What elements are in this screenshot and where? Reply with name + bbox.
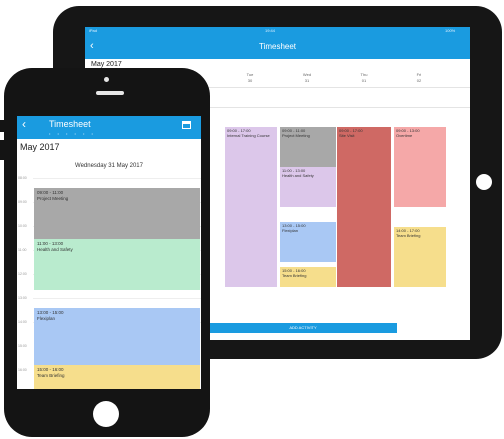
day-header-wed[interactable]: Wed 31 [282, 72, 332, 84]
event-overtime[interactable]: 09:00 - 13:00 Overtime [394, 127, 446, 207]
event-title: Flexiplan [37, 316, 56, 321]
status-carrier: iPad [89, 28, 98, 33]
status-time: 19:44 [265, 28, 276, 33]
event-title: Health and Safety [282, 173, 314, 178]
calendar-icon[interactable] [182, 121, 191, 129]
grid-line [33, 298, 201, 299]
add-activity-bar[interactable]: ADD ACTIVITY [209, 323, 397, 333]
event-title: Site Visit [339, 133, 355, 138]
time-label: 10:00 [18, 224, 27, 228]
event-title: Overtime [396, 133, 413, 138]
day-number: 30 [247, 78, 253, 83]
phone-home-button[interactable] [93, 401, 119, 427]
event-title: Internal Training Course [227, 133, 270, 138]
time-label: 15:00 [18, 344, 27, 348]
tablet-month: May 2017 [91, 61, 122, 68]
phone-screen: ‹ Timesheet • • • • • • May 2017 Wednesd… [17, 116, 201, 389]
phone-month: May 2017 [20, 142, 60, 152]
time-label: 13:00 [18, 296, 27, 300]
tablet-status-bar: iPad 19:44 100% [85, 27, 470, 35]
event-team-briefing-fri[interactable]: 14:00 - 17:00 Team Briefing [394, 227, 446, 287]
time-label: 09:00 [18, 200, 27, 204]
event-internal-training[interactable]: 09:00 - 17:00 Internal Training Course [225, 127, 277, 287]
event-site-visit[interactable]: 09:00 - 17:00 Site Visit [337, 127, 391, 287]
phone-camera [104, 77, 109, 82]
chevron-left-icon[interactable]: ‹ [22, 117, 26, 131]
day-number: 31 [304, 78, 310, 83]
event-title: Team Briefing [37, 373, 65, 378]
time-label: 16:00 [18, 368, 27, 372]
day-header-tue[interactable]: Tue 30 [225, 72, 275, 84]
time-label: 11:00 [18, 248, 27, 252]
day-number: 02 [416, 78, 422, 83]
event-flexiplan[interactable]: 13:00 - 15:00 Flexiplan [280, 222, 336, 262]
event-title: Team Briefing [396, 233, 421, 238]
event-team-briefing[interactable]: 15:00 - 16:00 Team Briefing [34, 365, 200, 389]
tablet-header-title: Timesheet [258, 42, 297, 51]
event-project-meeting[interactable]: 09:00 - 11:00 Project Meeting [34, 188, 200, 239]
phone-side-button [0, 120, 6, 132]
event-health-safety[interactable]: 11:00 - 13:00 Health and Safety [280, 167, 336, 207]
event-title: Health and Safety [37, 247, 73, 252]
grid-line [33, 178, 201, 179]
event-flexiplan[interactable]: 13:00 - 15:00 Flexiplan [34, 308, 200, 365]
day-header-thu[interactable]: Thu 01 [339, 72, 389, 84]
event-title: Flexiplan [282, 228, 299, 233]
phone-speaker [96, 91, 124, 95]
phone-header-title: Timesheet [49, 119, 91, 129]
time-label: 12:00 [18, 272, 27, 276]
status-battery: 100% [445, 28, 456, 33]
page-indicator: • • • • • • [49, 131, 96, 136]
event-title: Project Meeting [282, 133, 310, 138]
event-health-safety[interactable]: 11:00 - 13:00 Health and Safety [34, 239, 200, 290]
time-label: 08:00 [18, 176, 27, 180]
phone-day-title: Wednesday 31 May 2017 [75, 163, 143, 169]
tablet-home-button[interactable] [476, 174, 492, 190]
phone-header: ‹ Timesheet • • • • • • [17, 116, 201, 139]
event-title: Project Meeting [37, 196, 69, 201]
day-header-fri[interactable]: Fri 02 [394, 72, 444, 84]
event-title: Team Briefing [282, 273, 307, 278]
phone-side-button [0, 140, 6, 160]
time-label: 14:00 [18, 320, 27, 324]
event-project-meeting[interactable]: 09:00 - 11:00 Project Meeting [280, 127, 336, 167]
tablet-header: ‹ Timesheet [85, 35, 470, 59]
event-team-briefing[interactable]: 15:00 - 16:00 Team Briefing [280, 267, 336, 287]
day-number: 01 [361, 78, 367, 83]
time-column: 08:00 09:00 10:00 11:00 12:00 13:00 14:0… [17, 176, 33, 389]
